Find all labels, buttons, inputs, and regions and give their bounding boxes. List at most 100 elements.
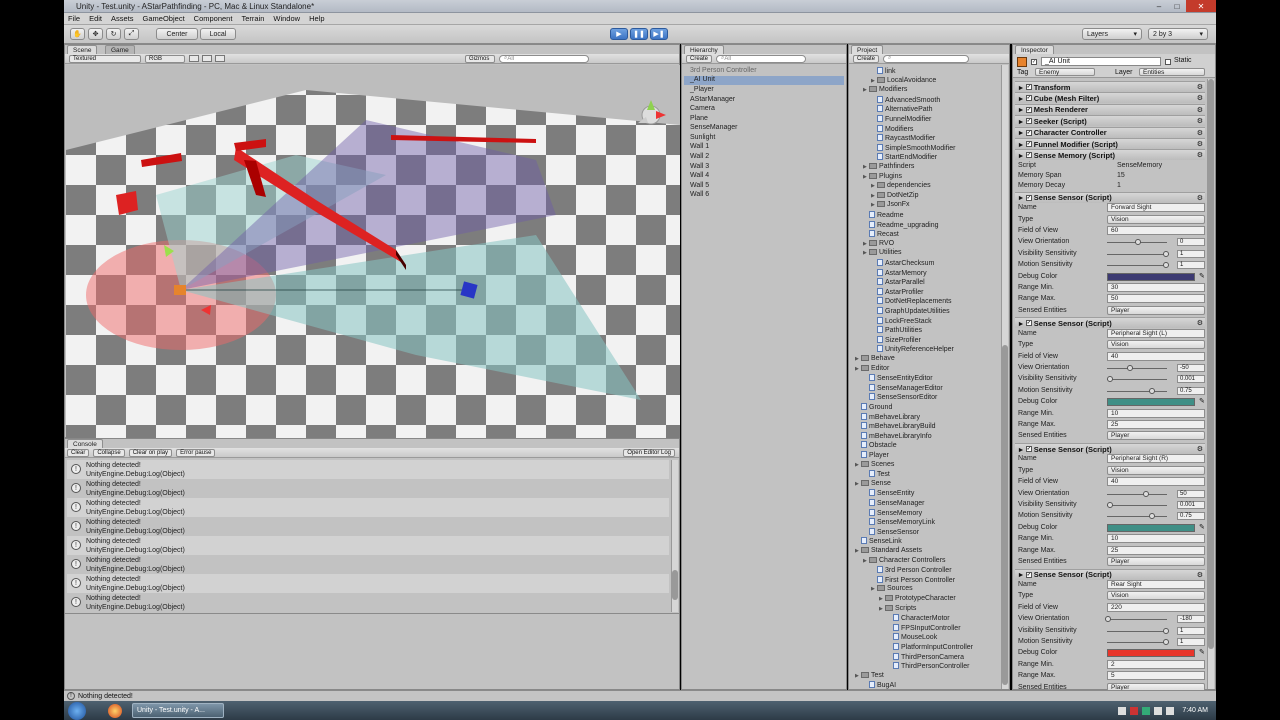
motion-sensitivity-slider[interactable] — [1107, 387, 1167, 394]
hierarchy-item[interactable]: Wall 6 — [690, 191, 709, 198]
view-orientation-slider[interactable] — [1105, 616, 1167, 623]
sense-sensor-header[interactable]: ▸ ✓ Sense Sensor (Script) ⚙ — [1015, 191, 1205, 203]
project-item[interactable]: ▶ LocalAvoidance — [871, 76, 936, 84]
project-item[interactable]: ▶ RVO — [863, 239, 894, 247]
component-enabled-checkbox[interactable]: ✓ — [1025, 84, 1032, 90]
motion-sensitivity-slider[interactable] — [1107, 262, 1169, 269]
project-item[interactable]: ▶ Sense — [855, 479, 891, 487]
project-item[interactable]: Recast — [863, 230, 899, 238]
console-scrollbar[interactable] — [671, 460, 678, 612]
project-item[interactable]: Player — [855, 451, 889, 459]
project-item[interactable]: AstarChecksum — [871, 259, 934, 267]
component-header[interactable]: ▸ ✓ Funnel Modifier (Script) ⚙ — [1015, 138, 1205, 149]
foldout-arrow-icon[interactable]: ▸ — [1019, 94, 1023, 103]
open-editor-log-button[interactable]: Open Editor Log — [623, 448, 675, 457]
visibility-sensitivity-slider-value[interactable]: 1 — [1177, 626, 1205, 635]
component-header[interactable]: ▸ ✓ Cube (Mesh Filter) ⚙ — [1015, 92, 1205, 104]
project-item[interactable]: SenseMemory — [863, 508, 922, 517]
hierarchy-item[interactable]: Wall 3 — [690, 163, 709, 170]
sense-sensor-header[interactable]: ▸ ✓ Sense Sensor (Script) ⚙ — [1015, 317, 1205, 329]
fx-toggle-icon[interactable] — [215, 55, 225, 62]
project-item[interactable]: ▶ DotNetZip — [871, 191, 919, 199]
view-orientation-slider-value[interactable]: -50 — [1177, 364, 1205, 372]
gear-icon[interactable]: ⚙ — [1197, 140, 1203, 148]
hierarchy-create-dropdown[interactable]: Create — [686, 54, 713, 63]
slider-thumb[interactable] — [1135, 239, 1141, 246]
range-max-field[interactable]: 25 — [1107, 420, 1205, 429]
foldout-arrow-icon[interactable]: ▸ — [1019, 117, 1023, 126]
menu-file[interactable]: File — [68, 14, 80, 23]
project-item[interactable]: AstarProfiler — [871, 287, 924, 296]
gear-icon[interactable]: ⚙ — [1197, 106, 1203, 114]
range-max-field[interactable]: 5 — [1107, 671, 1205, 681]
browser-icon[interactable] — [108, 703, 122, 718]
component-header[interactable]: ▸ ✓ Transform ⚙ — [1015, 81, 1205, 92]
project-item[interactable]: AstarParallel — [871, 278, 925, 286]
project-item[interactable]: Obstacle — [855, 441, 897, 449]
component-enabled-checkbox[interactable]: ✓ — [1025, 95, 1032, 102]
gizmos-dropdown[interactable]: Gizmos — [465, 54, 495, 63]
view-orientation-slider[interactable] — [1107, 490, 1167, 497]
slider-thumb[interactable] — [1143, 490, 1150, 497]
project-item[interactable]: AdvancedSmooth — [871, 95, 940, 104]
project-item[interactable]: FPSInputController — [887, 623, 961, 632]
clock[interactable]: 7:40 AM — [1182, 707, 1208, 714]
motion-sensitivity-slider-value[interactable]: 0.75 — [1177, 512, 1205, 521]
project-item[interactable]: Ground — [855, 403, 892, 411]
view-orientation-slider[interactable] — [1107, 365, 1167, 371]
component-enabled-checkbox[interactable]: ✓ — [1025, 194, 1032, 201]
view-orientation-slider-value[interactable]: -180 — [1177, 615, 1205, 624]
scene-search-input[interactable]: ⌕ All — [499, 54, 589, 63]
hierarchy-search-input[interactable]: ⌕ All — [716, 54, 807, 63]
gear-icon[interactable]: ⚙ — [1197, 445, 1203, 453]
project-item[interactable]: ▶ Editor — [855, 364, 889, 372]
maximize-button[interactable]: □ — [1168, 0, 1186, 12]
project-item[interactable]: ▶ JsonFx — [871, 201, 910, 208]
menu-gameobject[interactable]: GameObject — [143, 14, 185, 23]
hierarchy-item[interactable]: Wall 2 — [690, 153, 709, 160]
project-item[interactable]: ▶ Pathfinders — [863, 163, 914, 170]
collapse-button[interactable]: Collapse — [93, 448, 125, 457]
tab-scene[interactable]: Scene — [67, 45, 98, 54]
motion-sensitivity-slider[interactable] — [1107, 639, 1169, 645]
project-item[interactable]: First Person Controller — [871, 575, 955, 584]
step-button[interactable]: ▶❚ — [650, 28, 668, 40]
layer-dropdown[interactable]: Entities — [1139, 68, 1205, 76]
console-entry[interactable]: ! Nothing detected! UnityEngine.Debug:Log(… — [67, 574, 669, 593]
project-item[interactable]: CharacterMotor — [887, 614, 950, 622]
inspector-scroll-thumb[interactable] — [1208, 79, 1214, 649]
menu-component[interactable]: Component — [194, 14, 233, 23]
console-entry[interactable]: ! Nothing detected! UnityEngine.Debug:Log(… — [67, 536, 669, 555]
foldout-arrow-icon[interactable]: ▸ — [1019, 105, 1023, 114]
layout-dropdown[interactable]: 2 by 3 ▾ — [1148, 28, 1208, 40]
project-item[interactable]: UnityReferenceHelper — [871, 345, 954, 353]
gear-icon[interactable]: ⚙ — [1197, 151, 1203, 159]
field-of-view-field[interactable]: 60 — [1107, 226, 1205, 235]
close-button[interactable]: ✕ — [1186, 0, 1216, 12]
sensed-entities-dropdown[interactable]: Player — [1107, 557, 1205, 566]
range-max-field[interactable]: 25 — [1107, 545, 1205, 555]
object-name-field[interactable]: _AI Unit — [1041, 57, 1161, 66]
sense-sensor-header[interactable]: ▸ ✓ Sense Sensor (Script) ⚙ — [1015, 568, 1205, 580]
project-item[interactable]: LockFreeStack — [871, 316, 932, 325]
project-scroll-thumb[interactable] — [1002, 345, 1008, 685]
component-enabled-checkbox[interactable]: ✓ — [1025, 446, 1032, 452]
layers-dropdown[interactable]: Layers ▾ — [1082, 28, 1142, 40]
tab-project[interactable]: Project — [851, 45, 884, 54]
project-item[interactable]: ▶ Plugins — [863, 172, 902, 180]
tab-console[interactable]: Console — [67, 439, 103, 448]
view-orientation-slider[interactable] — [1107, 239, 1167, 246]
foldout-arrow-icon[interactable]: ▸ — [1019, 193, 1023, 202]
project-item[interactable]: SenseLink — [855, 537, 902, 545]
project-item[interactable]: ThirdPersonCamera — [887, 652, 964, 661]
lighting-toggle-icon[interactable] — [189, 55, 199, 62]
project-item[interactable]: ▶ Scenes — [855, 460, 894, 468]
project-item[interactable]: SenseSensorEditor — [863, 393, 937, 401]
static-checkbox[interactable] — [1165, 59, 1171, 65]
move-tool-icon[interactable]: ✥ — [88, 28, 103, 40]
hierarchy-item[interactable]: _Player — [690, 86, 714, 93]
render-mode-dropdown[interactable]: Textured — [69, 54, 141, 63]
tag-dropdown[interactable]: Enemy — [1035, 68, 1095, 76]
component-enabled-checkbox[interactable]: ✓ — [1025, 106, 1032, 113]
field-of-view-field[interactable]: 40 — [1107, 351, 1205, 361]
